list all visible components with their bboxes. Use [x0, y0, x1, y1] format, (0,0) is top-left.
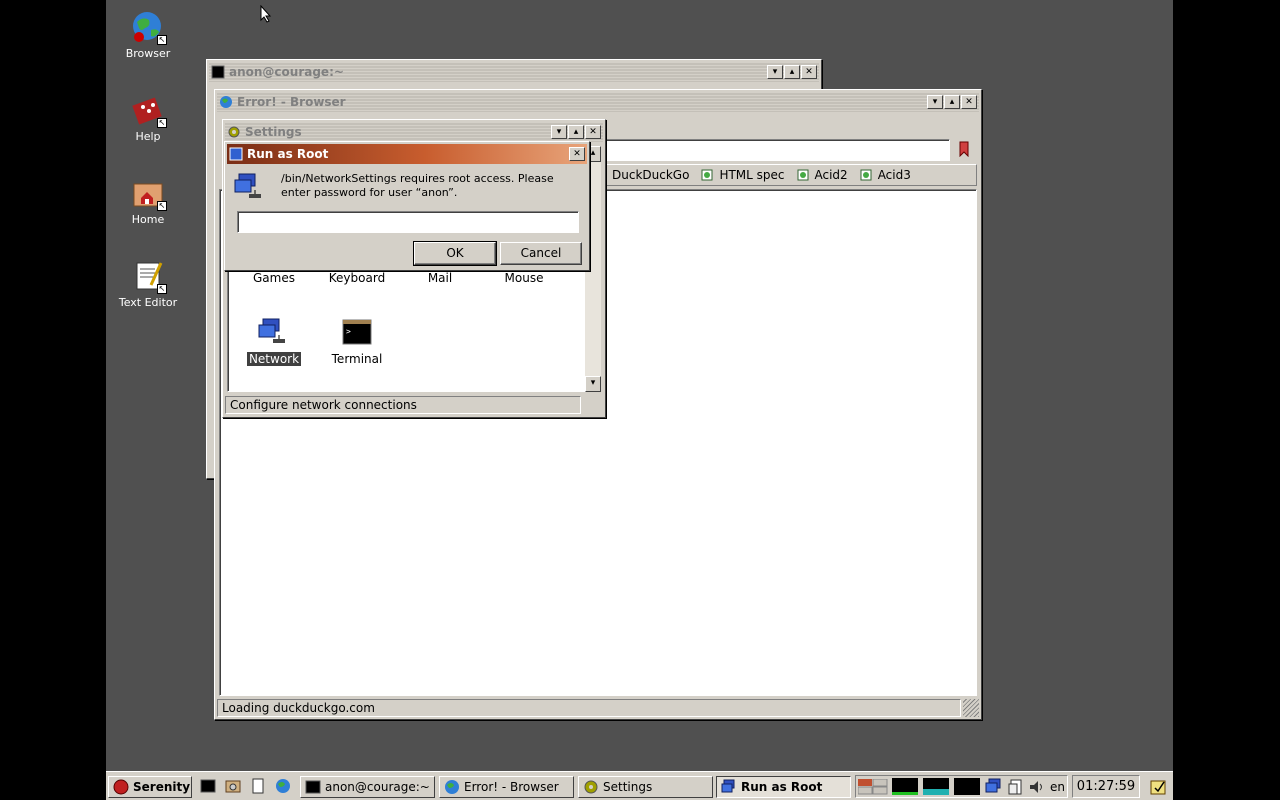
volume-icon[interactable] — [1028, 778, 1046, 796]
close-button[interactable]: ✕ — [961, 95, 977, 109]
network-icon — [234, 173, 261, 198]
notifications-icon[interactable] — [1149, 778, 1167, 796]
bookmark-html-spec[interactable]: HTML spec — [701, 168, 785, 182]
settings-item-terminal[interactable]: > Terminal — [317, 317, 397, 366]
window-title: Run as Root — [247, 147, 329, 161]
scroll-down-button[interactable]: ▾ — [585, 376, 601, 392]
close-button[interactable]: ✕ — [801, 65, 817, 79]
network-graph — [954, 778, 980, 795]
desktop-icon-label: Browser — [125, 47, 171, 60]
window-title: Settings — [245, 125, 302, 139]
maximize-button[interactable]: ▴ — [568, 125, 584, 139]
gear-icon — [227, 125, 241, 139]
terminal-icon — [305, 779, 321, 795]
settings-item-mouse[interactable]: Mouse — [484, 271, 564, 285]
desktop-icon-browser[interactable]: ↖ Browser — [106, 10, 190, 60]
clock[interactable]: 01:27:59 — [1072, 775, 1140, 798]
network-icon — [721, 779, 737, 795]
page-icon — [797, 169, 809, 181]
run-as-root-dialog[interactable]: Run as Root ✕ /bin/NetworkSettings requi… — [224, 141, 590, 271]
browser-status-bar: Loading duckduckgo.com — [217, 699, 961, 717]
task-settings[interactable]: Settings — [578, 776, 713, 798]
terminal-titlebar[interactable]: anon@courage:~ ▾ ▴ ✕ — [209, 62, 819, 82]
bookmark-duckduckgo[interactable]: DuckDuckGo — [612, 168, 689, 182]
password-input[interactable] — [237, 211, 579, 233]
task-terminal[interactable]: anon@courage:~ — [300, 776, 435, 798]
bookmarks-bar: DuckDuckGo HTML spec Acid2 Acid3 — [601, 164, 977, 186]
memory-graph — [923, 778, 949, 795]
globe-icon: ↖ — [131, 10, 167, 45]
network-status-icon[interactable] — [985, 778, 1003, 796]
bookmark-acid3[interactable]: Acid3 — [860, 168, 911, 182]
svg-text:>: > — [346, 327, 351, 336]
cpu-graph — [892, 778, 918, 795]
network-icon — [258, 318, 285, 343]
url-input[interactable] — [601, 139, 950, 161]
settings-item-games[interactable]: Games — [234, 271, 314, 285]
ok-button[interactable]: OK — [413, 241, 497, 266]
desktop-icon-help[interactable]: ↖ Help — [106, 93, 190, 143]
network-icon — [229, 147, 243, 161]
dialog-titlebar[interactable]: Run as Root ✕ — [227, 144, 587, 164]
close-button[interactable]: ✕ — [569, 147, 585, 161]
settings-item-network[interactable]: Network — [234, 317, 314, 367]
browser-titlebar[interactable]: Error! - Browser ▾ ▴ ✕ — [217, 92, 979, 112]
text-editor-icon: ↖ — [131, 259, 167, 294]
desktop-icon-home[interactable]: ↖ Home — [106, 176, 190, 226]
bookmark-page-icon[interactable] — [957, 141, 971, 160]
page-icon — [860, 169, 872, 181]
globe-icon — [219, 95, 233, 109]
browser-quicklaunch-icon[interactable] — [274, 777, 292, 795]
status-text: Loading duckduckgo.com — [222, 701, 375, 715]
settings-titlebar[interactable]: Settings ▾ ▴ ✕ — [225, 122, 603, 142]
resize-grip[interactable] — [963, 699, 979, 717]
settings-status-bar: Configure network connections — [225, 396, 581, 414]
close-button[interactable]: ✕ — [585, 125, 601, 139]
task-browser[interactable]: Error! - Browser — [439, 776, 574, 798]
text-editor-quicklaunch-icon[interactable] — [249, 777, 267, 795]
terminal-icon — [211, 65, 225, 79]
globe-icon — [444, 779, 460, 795]
file-manager-quicklaunch-icon[interactable] — [224, 777, 242, 795]
minimize-button[interactable]: ▾ — [927, 95, 943, 109]
mouse-cursor-icon — [260, 5, 272, 23]
maximize-button[interactable]: ▴ — [944, 95, 960, 109]
status-text: Configure network connections — [230, 398, 417, 412]
window-title: anon@courage:~ — [229, 65, 344, 79]
desktop-icon-label: Home — [131, 213, 165, 226]
page-icon — [701, 169, 713, 181]
taskbar: Serenity anon@courage:~ Error! - Browser… — [106, 771, 1173, 800]
desktop-icon-label: Text Editor — [118, 296, 178, 309]
desktop: ↖ Browser ↖ Help ↖ Home ↖ Text Editor an… — [106, 0, 1173, 771]
serenity-logo-icon — [113, 779, 129, 795]
terminal-icon: > — [342, 319, 372, 345]
home-folder-icon: ↖ — [131, 176, 167, 211]
keymap-indicator[interactable]: en — [1050, 780, 1065, 794]
bookmark-acid2[interactable]: Acid2 — [797, 168, 848, 182]
minimize-button[interactable]: ▾ — [767, 65, 783, 79]
task-run-as-root[interactable]: Run as Root — [716, 776, 851, 798]
settings-item-mail[interactable]: Mail — [400, 271, 480, 285]
minimize-button[interactable]: ▾ — [551, 125, 567, 139]
workspace-switcher-icon[interactable] — [858, 779, 888, 795]
dialog-message: /bin/NetworkSettings requires root acces… — [281, 172, 554, 199]
maximize-button[interactable]: ▴ — [784, 65, 800, 79]
help-book-icon: ↖ — [131, 93, 167, 128]
terminal-quicklaunch-icon[interactable] — [199, 777, 217, 795]
desktop-icon-text-editor[interactable]: ↖ Text Editor — [106, 259, 190, 309]
settings-item-keyboard[interactable]: Keyboard — [317, 271, 397, 285]
clipboard-icon[interactable] — [1007, 778, 1025, 796]
gear-icon — [583, 779, 599, 795]
start-button[interactable]: Serenity — [108, 776, 192, 798]
window-title: Error! - Browser — [237, 95, 346, 109]
desktop-icon-label: Help — [135, 130, 161, 143]
cancel-button[interactable]: Cancel — [500, 242, 582, 265]
